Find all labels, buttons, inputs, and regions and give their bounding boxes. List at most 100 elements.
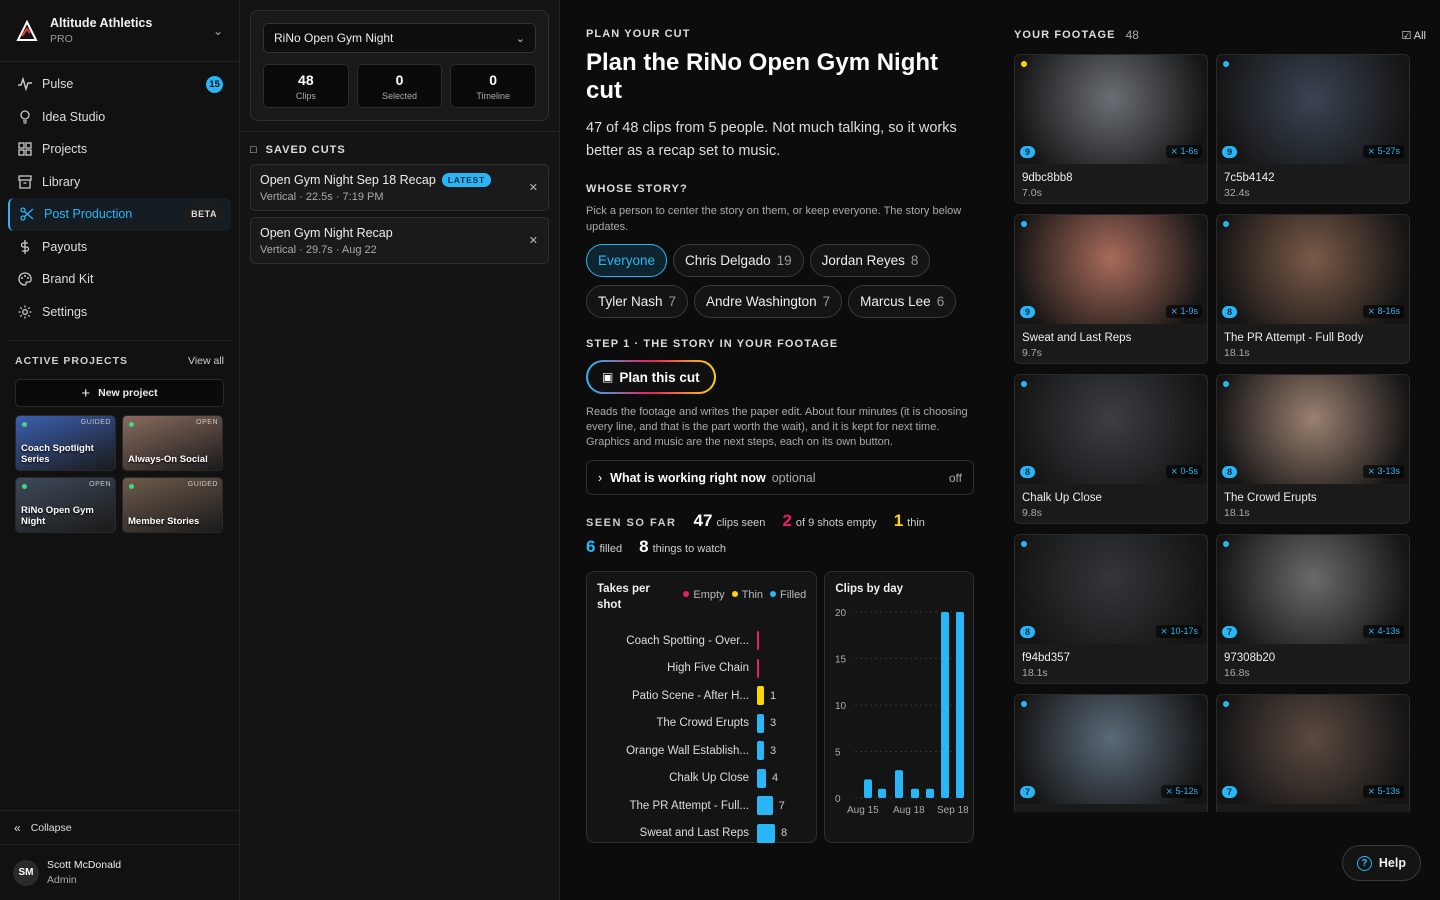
takes-category-label: Coach Spotting - Over... [626,634,749,647]
watch-count: 8 [639,537,649,556]
select-all-button[interactable]: ☑ All [1401,29,1426,42]
clip-range: ⨯ 8-16s [1363,305,1404,318]
new-project-button[interactable]: + New project [15,379,224,407]
sidebar-item-brand-kit[interactable]: Brand Kit [8,263,231,296]
clips-by-day-svg: 0 5 10 15 20 Aug 15 Aug 18 Sep 18 [835,608,968,816]
sidebar-item-idea-studio[interactable]: Idea Studio [8,101,231,134]
clip-thumbnail: 7 ⨯ 5-13s [1217,695,1409,804]
person-chip-name: Chris Delgado [685,253,771,268]
takes-category-label: Chalk Up Close [669,772,749,785]
footage-panel: YOUR FOOTAGE 48 ☑ All 9 ⨯ 1-6s 9dbc8bb8 … [1000,0,1440,812]
sidebar-item-settings[interactable]: Settings [8,296,231,329]
clip-range: ⨯ 5-13s [1363,785,1404,798]
y-tick-label: 20 [835,608,847,619]
stat-value: 0 [395,72,404,88]
takes-row: Chalk Up Close 4 [597,765,806,793]
project-card[interactable]: GUIDED Coach Spotlight Series [15,415,116,471]
sidebar-item-projects[interactable]: Projects [8,133,231,166]
stat-label: Timeline [476,91,511,101]
footage-card[interactable]: 8 ⨯ 8-16s The PR Attempt - Full Body 18.… [1216,214,1410,364]
app-root: Altitude Athletics PRO ⌄ Pulse 15 Idea S… [0,0,1440,900]
people-count-badge: 9 [1222,146,1238,158]
footage-card[interactable]: 7 ⨯ 5-12s [1014,694,1208,812]
person-chip-name: Tyler Nash [598,294,663,309]
plan-this-cut-button[interactable]: ▣ Plan this cut [586,360,716,394]
help-label: Help [1378,856,1406,870]
close-icon[interactable]: ✕ [529,234,538,247]
person-chip-tyler-nash[interactable]: Tyler Nash 7 [586,285,689,318]
footage-grid: 9 ⨯ 1-6s 9dbc8bb8 7.0s 9 ⨯ 5-27s 7c5b414… [1014,54,1426,812]
project-select-value: RiNo Open Gym Night [274,31,394,45]
person-chip-chris-delgado[interactable]: Chris Delgado 19 [673,244,804,277]
clip-name: 7c5b4142 [1224,172,1275,184]
person-chip-marcus-lee[interactable]: Marcus Lee 6 [848,285,957,318]
view-all-link[interactable]: View all [188,355,224,367]
clip-range-label: 5-27s [1377,146,1400,156]
footage-card[interactable]: 8 ⨯ 0-5s Chalk Up Close 9.8s [1014,374,1208,524]
bookmark-icon: □ [250,144,258,156]
footage-card[interactable]: 8 ⨯ 3-13s The Crowd Erupts 18.1s [1216,374,1410,524]
collapse-sidebar-button[interactable]: « Collapse [0,810,239,844]
close-icon[interactable]: ✕ [529,181,538,194]
clip-name: The Crowd Erupts [1224,492,1317,504]
project-card[interactable]: OPEN RiNo Open Gym Night [15,477,116,533]
sidebar-item-label: Brand Kit [42,272,94,287]
clip-thumbnail: 9 ⨯ 1-6s [1015,55,1207,164]
takes-category-label: The Crowd Erupts [656,717,749,730]
sidebar-item-post-production[interactable]: Post Production BETA [8,198,231,231]
status-dot [1223,701,1229,707]
user-menu[interactable]: SM Scott McDonald Admin [0,844,239,900]
project-card-title: Coach Spotlight Series [21,443,94,465]
takes-value-label: 4 [772,772,779,785]
project-card[interactable]: OPEN Always-On Social [122,415,223,471]
beta-badge: BETA [185,206,223,223]
workspace-switcher[interactable]: Altitude Athletics PRO ⌄ [0,0,239,62]
select-all-label: All [1413,29,1426,42]
sidebar-item-pulse[interactable]: Pulse 15 [8,68,231,101]
status-dot [129,422,134,427]
saved-cut[interactable]: Open Gym Night Sep 18 Recap LATEST Verti… [250,164,549,211]
working-now-accordion[interactable]: › What is working right now optional off [586,460,974,495]
footage-card[interactable]: 9 ⨯ 5-27s 7c5b4142 32.4s [1216,54,1410,204]
takes-bar [757,768,766,788]
takes-value-label: 3 [770,717,777,730]
stat-value: 48 [298,72,314,88]
clip-thumbnail: 9 ⨯ 1-9s [1015,215,1207,324]
footage-card[interactable]: 9 ⨯ 1-9s Sweat and Last Reps 9.7s [1014,214,1208,364]
sidebar-item-payouts[interactable]: Payouts [8,231,231,264]
sidebar-item-label: Settings [42,304,88,319]
person-chip-jordan-reyes[interactable]: Jordan Reyes 8 [809,244,931,277]
status-dot [129,484,134,489]
person-chips: Everyone Chris Delgado 19 Jordan Reyes 8 T… [586,244,974,318]
footage-card[interactable]: 8 ⨯ 10-17s f94bd357 18.1s [1014,534,1208,684]
day-bar [864,779,873,798]
footage-card[interactable]: 9 ⨯ 1-6s 9dbc8bb8 7.0s [1014,54,1208,204]
help-button[interactable]: ? Help [1341,845,1421,881]
sidebar-item-label: Idea Studio [42,109,106,124]
saved-cut[interactable]: Open Gym Night Recap Vertical · 29.7s · … [250,217,549,264]
clip-name: 9dbc8bb8 [1022,172,1073,184]
footage-card[interactable]: 7 ⨯ 4-13s 97308b20 16.8s [1216,534,1410,684]
takes-category-label: High Five Chain [667,662,749,675]
people-count-badge: 8 [1222,466,1238,478]
archive-icon [16,173,34,191]
project-card[interactable]: GUIDED Member Stories [122,477,223,533]
workspace-plan: PRO [50,33,73,45]
takes-category-label: Sweat and Last Reps [639,827,749,840]
page-title: Plan the RiNo Open Gym Night cut [586,49,939,104]
x-tick-label: Aug 15 [847,805,879,816]
person-chip-everyone[interactable]: Everyone [586,244,668,277]
clip-range-label: 0-5s [1180,466,1198,476]
page-lead: 47 of 48 clips from 5 people. Not much t… [586,120,957,159]
clip-duration: 18.1s [1022,667,1048,679]
person-chip-andre-washington[interactable]: Andre Washington 7 [694,285,843,318]
saved-cuts-title: SAVED CUTS [265,144,346,156]
takes-row: Sweat and Last Reps 8 [597,820,806,848]
y-tick-label: 10 [835,701,847,712]
project-select[interactable]: RiNo Open Gym Night ⌄ [263,23,536,53]
footage-card[interactable]: 7 ⨯ 5-13s [1216,694,1410,812]
sidebar-item-label: Payouts [42,239,88,254]
sidebar-item-library[interactable]: Library [8,166,231,199]
takes-category-label: The PR Attempt - Full... [629,799,749,812]
clip-range-label: 5-12s [1175,786,1198,796]
